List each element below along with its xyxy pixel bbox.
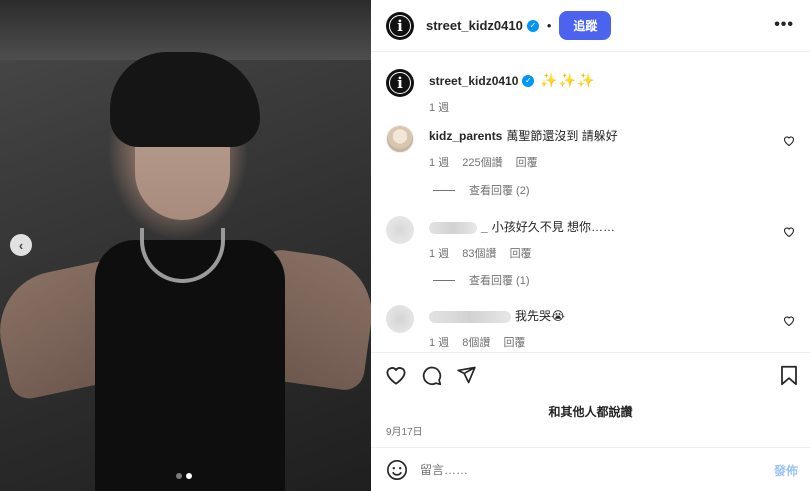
like-comment-heart-icon[interactable] (783, 315, 795, 329)
author-username[interactable]: street_kidz0410 (426, 18, 523, 33)
like-comment-heart-icon[interactable] (783, 135, 795, 149)
post-header: i street_kidz0410 ✓ • 追蹤 ••• (371, 0, 810, 52)
comment-input[interactable] (420, 463, 740, 477)
comment-bubble-icon[interactable] (421, 365, 442, 386)
commenter-avatar[interactable] (386, 125, 414, 153)
commenter-username[interactable]: _ (481, 220, 488, 234)
comment-item: 我先哭😭 1 週 8個讚 回覆 (386, 305, 795, 350)
post-panel: i street_kidz0410 ✓ • 追蹤 ••• i street_ki… (371, 0, 810, 491)
commenter-avatar-blurred[interactable] (386, 305, 414, 333)
verified-badge-icon: ✓ (522, 74, 535, 87)
carousel-dots (176, 473, 192, 479)
author-avatar[interactable]: i (386, 11, 414, 40)
comment-time[interactable]: 1 週 (429, 337, 449, 349)
commenter-avatar-blurred[interactable] (386, 216, 414, 244)
caption-text: ✨✨✨ (540, 72, 596, 88)
blurred-username (429, 221, 477, 234)
comment-item: _ 小孩好久不見 想你…… 1 週 83個讚 回覆 (386, 216, 795, 261)
photo-background (0, 0, 371, 60)
follow-button[interactable]: 追蹤 (559, 11, 612, 40)
like-heart-icon[interactable] (385, 365, 407, 386)
caption-time[interactable]: 1 週 (429, 102, 449, 114)
post-date[interactable]: 9月17日 (386, 423, 423, 438)
comment-text: 我先哭😭 (515, 309, 566, 323)
reply-button[interactable]: 回覆 (510, 248, 532, 260)
blurred-username (429, 310, 511, 323)
bookmark-icon[interactable] (780, 365, 798, 386)
chevron-left-icon: ‹ (18, 237, 24, 253)
comment-text: 小孩好久不見 想你…… (491, 220, 616, 234)
post-caption: i street_kidz0410 ✓ ✨✨✨ 1 週 (386, 69, 596, 115)
carousel-prev-button[interactable]: ‹ (10, 234, 32, 256)
comment-time[interactable]: 1 週 (429, 248, 449, 260)
logo-glyph: i (397, 16, 403, 35)
share-send-icon[interactable] (456, 365, 477, 386)
comment-time[interactable]: 1 週 (429, 157, 449, 169)
emoji-icon[interactable] (386, 459, 408, 481)
view-replies-button[interactable]: 查看回覆 (2) (433, 182, 530, 198)
reply-button[interactable]: 回覆 (503, 337, 525, 349)
comment-text: 萬聖節還沒到 請躲好 (506, 129, 618, 143)
comments-list[interactable]: i street_kidz0410 ✓ ✨✨✨ 1 週 kidz_parents… (371, 53, 810, 351)
comment-likes[interactable]: 225個讚 (462, 157, 502, 169)
commenter-username[interactable]: kidz_parents (429, 129, 502, 143)
view-replies-button[interactable]: 查看回覆 (1) (433, 272, 530, 288)
post-actions: 和其他人都說讚 9月17日 (371, 352, 810, 448)
post-comment-button[interactable]: 發佈 (774, 462, 798, 479)
carousel-dot (176, 473, 182, 479)
caption-author[interactable]: street_kidz0410 (429, 74, 518, 88)
caption-avatar[interactable]: i (386, 69, 414, 97)
verified-badge-icon: ✓ (526, 19, 539, 32)
separator-dot: • (546, 18, 552, 33)
likes-summary[interactable]: 和其他人都說讚 (371, 403, 810, 420)
like-comment-heart-icon[interactable] (783, 226, 795, 240)
reply-button[interactable]: 回覆 (516, 157, 538, 169)
carousel-dot-active (186, 473, 192, 479)
comment-likes[interactable]: 8個讚 (462, 337, 490, 349)
post-photo[interactable]: ‹ (0, 0, 371, 491)
comment-item: kidz_parents 萬聖節還沒到 請躲好 1 週 225個讚 回覆 (386, 125, 795, 170)
add-comment-bar: 發佈 (371, 449, 810, 491)
photo-hair (110, 52, 260, 147)
logo-glyph: i (397, 74, 403, 92)
more-options-icon[interactable]: ••• (774, 16, 794, 34)
comment-likes[interactable]: 83個讚 (462, 248, 496, 260)
